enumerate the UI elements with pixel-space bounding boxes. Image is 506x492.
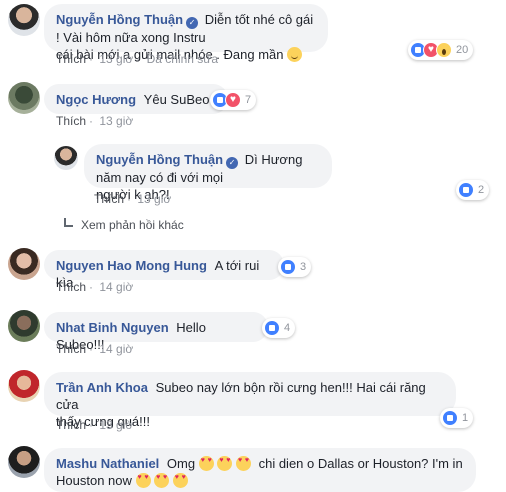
like-button[interactable]: Thích bbox=[56, 52, 86, 66]
comment-author[interactable]: Ngọc Hương bbox=[56, 92, 136, 107]
heart-eyes-emoji-icon bbox=[172, 473, 188, 488]
comment-actions: Thích · 13 giờ bbox=[56, 114, 134, 128]
avatar[interactable] bbox=[8, 310, 40, 342]
avatar[interactable] bbox=[54, 146, 78, 170]
like-button[interactable]: Thích bbox=[94, 192, 124, 206]
timestamp[interactable]: 13 giờ bbox=[137, 192, 171, 206]
comment-actions: Thích · 13 giờ · Đã chỉnh sửa bbox=[56, 52, 218, 66]
comment-text: Omg bbox=[166, 456, 196, 471]
comment-actions: Thích · 13 giờ bbox=[94, 192, 172, 206]
like-reaction-icon bbox=[264, 320, 280, 336]
comment-author[interactable]: Nguyễn Hồng Thuận bbox=[96, 152, 223, 167]
like-reaction-icon bbox=[280, 259, 296, 275]
reaction-count: 7 bbox=[245, 94, 252, 106]
more-replies-label: Xem phản hồi khác bbox=[81, 218, 184, 232]
avatar[interactable] bbox=[8, 370, 40, 402]
smile-emoji-icon bbox=[287, 47, 303, 62]
comment-bubble: Trần Anh Khoa Subeo nay lớn bộn rồi cưng… bbox=[44, 372, 456, 429]
reaction-summary[interactable]: 2 bbox=[456, 180, 490, 200]
comment-actions: Thích · 14 giờ bbox=[56, 280, 134, 294]
comment-text-cont: Houston now bbox=[56, 473, 132, 488]
heart-eyes-emoji-icon bbox=[217, 456, 233, 471]
comment-actions: Thích · 13 giờ bbox=[56, 418, 134, 432]
verified-badge-icon: ✓ bbox=[186, 17, 199, 29]
timestamp[interactable]: 13 giờ bbox=[99, 114, 133, 128]
comment-bubble: Nguyễn Hồng Thuận ✓ Dì Hương năm nay có đ… bbox=[84, 144, 332, 202]
comment-bubble: Nguyen Hao Mong Hung A tới rui kìa bbox=[44, 250, 284, 290]
reaction-summary[interactable]: 20 bbox=[408, 40, 474, 60]
avatar[interactable] bbox=[8, 446, 40, 478]
comment-author[interactable]: Mashu Nathaniel bbox=[56, 456, 159, 471]
reaction-count: 4 bbox=[284, 322, 291, 334]
comment-text: chi dien o Dallas or Houston? I'm in bbox=[258, 456, 463, 471]
comment-bubble: Mashu Nathaniel Omg chi dien o Dallas or… bbox=[44, 448, 476, 492]
avatar[interactable] bbox=[8, 4, 40, 36]
like-reaction-icon bbox=[442, 410, 458, 426]
like-reaction-icon bbox=[458, 182, 474, 198]
reaction-count: 2 bbox=[478, 184, 485, 196]
heart-eyes-emoji-icon bbox=[198, 456, 214, 471]
timestamp[interactable]: 14 giờ bbox=[99, 280, 133, 294]
comment-bubble: Ngọc Hương Yêu SuBeo bbox=[44, 84, 228, 114]
timestamp[interactable]: 13 giờ bbox=[99, 52, 133, 66]
avatar[interactable] bbox=[8, 248, 40, 280]
like-button[interactable]: Thích bbox=[56, 342, 86, 356]
more-replies-link[interactable]: Xem phản hồi khác bbox=[64, 218, 184, 232]
wow-reaction-icon bbox=[436, 42, 452, 58]
heart-eyes-emoji-icon bbox=[154, 473, 170, 488]
comment-author[interactable]: Nhat Binh Nguyen bbox=[56, 320, 169, 335]
heart-eyes-emoji-icon bbox=[135, 473, 151, 488]
like-button[interactable]: Thích bbox=[56, 114, 86, 128]
reply-arrow-icon bbox=[64, 218, 73, 227]
reaction-summary[interactable]: 1 bbox=[440, 408, 474, 428]
comment-author[interactable]: Trần Anh Khoa bbox=[56, 380, 148, 395]
like-button[interactable]: Thích bbox=[56, 418, 86, 432]
timestamp[interactable]: 13 giờ bbox=[99, 418, 133, 432]
reaction-count: 3 bbox=[300, 261, 307, 273]
heart-eyes-emoji-icon bbox=[235, 456, 251, 471]
reaction-count: 20 bbox=[456, 44, 469, 56]
timestamp[interactable]: 14 giờ bbox=[99, 342, 133, 356]
comment-bubble: Nhat Binh Nguyen Hello Subeo!!! bbox=[44, 312, 268, 352]
avatar[interactable] bbox=[8, 82, 40, 114]
reaction-count: 1 bbox=[462, 412, 469, 424]
comment-author[interactable]: Nguyễn Hồng Thuận bbox=[56, 12, 183, 27]
verified-badge-icon: ✓ bbox=[226, 157, 239, 169]
love-reaction-icon bbox=[225, 92, 241, 108]
comment-text: Yêu SuBeo bbox=[143, 92, 210, 107]
comment-bubble: Nguyễn Hồng Thuận ✓ Diễn tốt nhé cô gái !… bbox=[44, 4, 328, 62]
reaction-summary[interactable]: 3 bbox=[278, 257, 312, 277]
comment-actions: Thích · 14 giờ bbox=[56, 342, 134, 356]
like-button[interactable]: Thích bbox=[56, 280, 86, 294]
edited-label[interactable]: Đã chỉnh sửa bbox=[147, 52, 218, 66]
reaction-summary[interactable]: 4 bbox=[262, 318, 296, 338]
reaction-summary[interactable]: 7 bbox=[210, 90, 257, 110]
comment-author[interactable]: Nguyen Hao Mong Hung bbox=[56, 258, 207, 273]
